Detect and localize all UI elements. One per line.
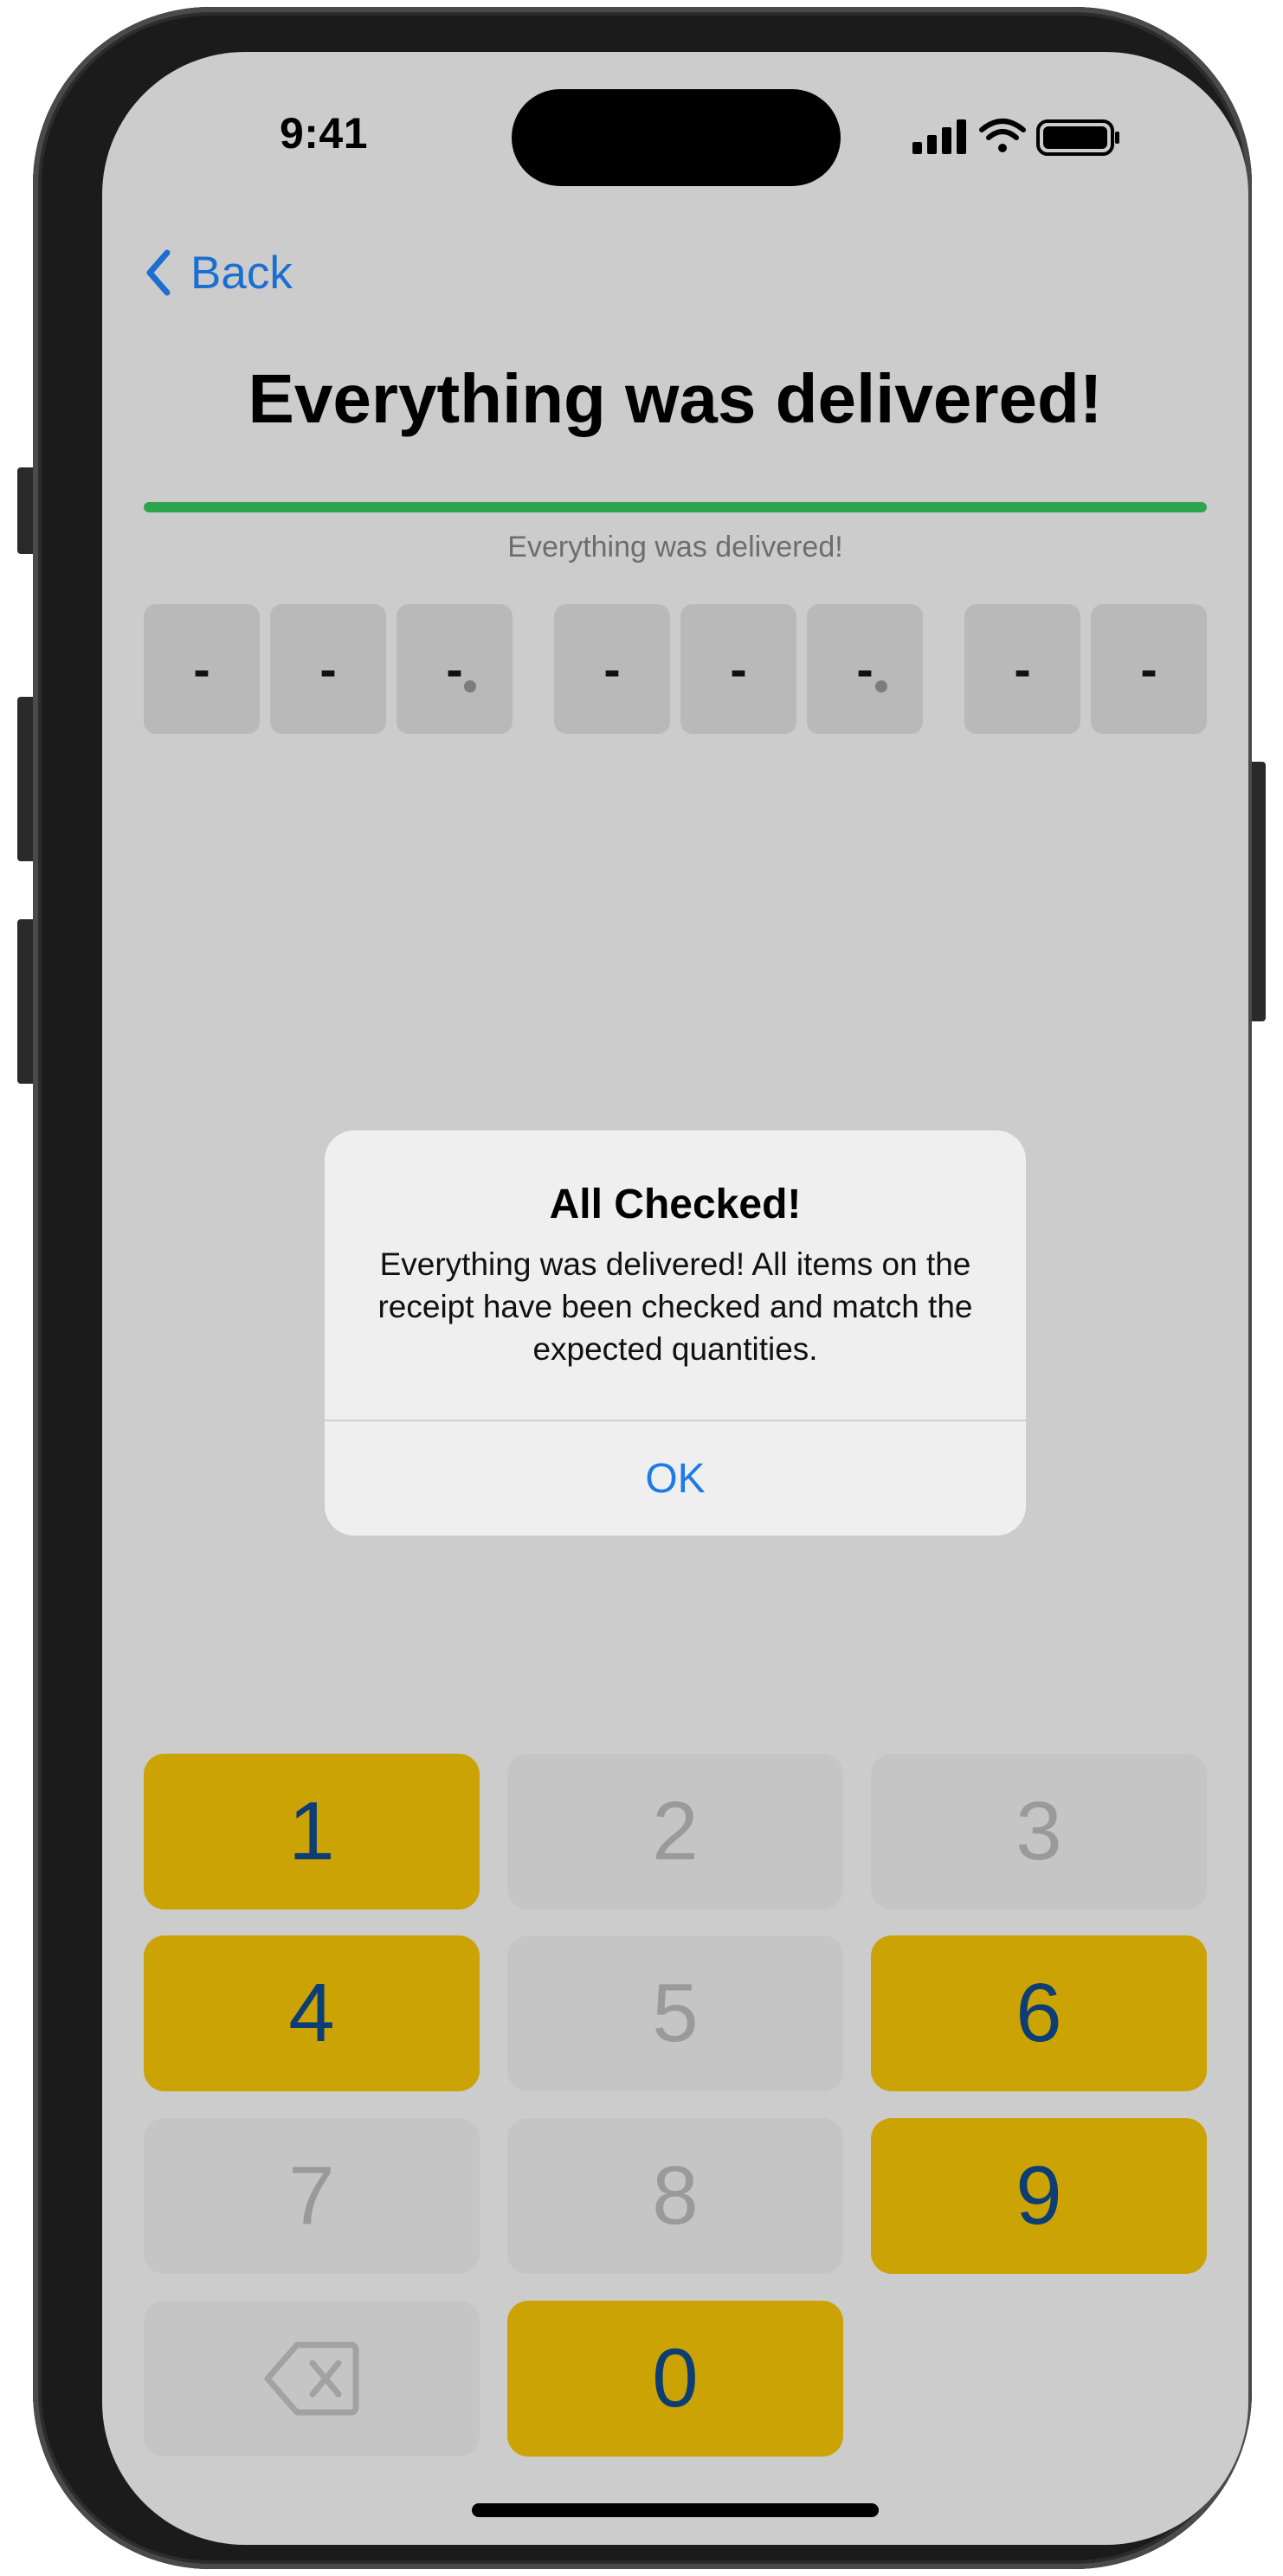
status-time: 9:41 bbox=[279, 109, 369, 158]
progress-fill bbox=[144, 502, 1207, 512]
alert-title: All Checked! bbox=[549, 1182, 802, 1227]
code-digit-box: - bbox=[1091, 604, 1207, 734]
progress-bar bbox=[144, 502, 1207, 512]
screen: 9:41 Back Everything was delivered! Ever… bbox=[102, 52, 1248, 2545]
code-separator bbox=[875, 680, 887, 692]
back-label: Back bbox=[190, 247, 293, 299]
code-digit-box: - bbox=[680, 604, 796, 734]
alert-dialog: All Checked! Everything was delivered! A… bbox=[325, 1130, 1026, 1536]
backspace-icon bbox=[264, 2341, 359, 2416]
keypad-key-1[interactable]: 1 bbox=[144, 1754, 480, 1909]
keypad-key-7[interactable]: 7 bbox=[144, 2118, 480, 2274]
alert-ok-button[interactable]: OK bbox=[325, 1421, 1026, 1536]
keypad-key-6[interactable]: 6 bbox=[871, 1935, 1207, 2091]
wifi-icon bbox=[979, 119, 1026, 152]
keypad-key-0[interactable]: 0 bbox=[507, 2301, 843, 2457]
page-title: Everything was delivered! bbox=[248, 360, 1103, 437]
alert-message: Everything was delivered! All items on t… bbox=[377, 1246, 973, 1367]
code-digit-box: - bbox=[144, 604, 260, 734]
home-indicator[interactable] bbox=[472, 2503, 879, 2517]
code-digit-box: - bbox=[554, 604, 670, 734]
code-digit-box: - bbox=[964, 604, 1080, 734]
progress-label: Everything was delivered! bbox=[507, 531, 843, 564]
cellular-signal-icon bbox=[912, 119, 966, 154]
back-button[interactable]: Back bbox=[145, 238, 293, 307]
keypad-key-3[interactable]: 3 bbox=[871, 1754, 1207, 1909]
phone-frame: 9:41 Back Everything was delivered! Ever… bbox=[33, 7, 1252, 2569]
chevron-left-icon bbox=[146, 249, 171, 296]
keypad-key-9[interactable]: 9 bbox=[871, 2118, 1207, 2274]
code-digit-box: - bbox=[807, 604, 923, 734]
keypad-key-4[interactable]: 4 bbox=[144, 1935, 480, 2091]
keypad-key-2[interactable]: 2 bbox=[507, 1754, 843, 1909]
dynamic-island bbox=[512, 89, 841, 186]
keypad-key-5[interactable]: 5 bbox=[507, 1935, 843, 2091]
keypad-key-8[interactable]: 8 bbox=[507, 2118, 843, 2274]
code-digit-box: - bbox=[397, 604, 513, 734]
status-icons bbox=[912, 119, 1119, 156]
keypad-backspace-button[interactable] bbox=[144, 2301, 480, 2457]
code-separator bbox=[464, 680, 476, 692]
code-digit-box: - bbox=[270, 604, 386, 734]
battery-icon bbox=[1036, 119, 1119, 156]
